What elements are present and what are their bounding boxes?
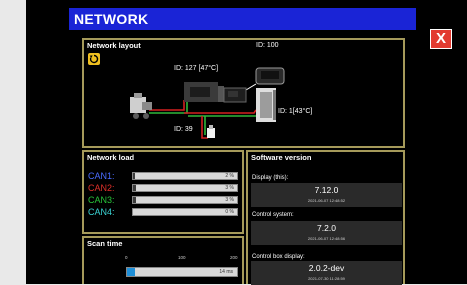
sv-date: 2021-06-07 12:48:56 xyxy=(307,236,346,241)
can-row: CAN3: 3 % xyxy=(88,195,240,205)
can-load-value: 3 % xyxy=(225,197,234,203)
node-label: ID: 1[43°C] xyxy=(278,108,313,115)
sv-block-box: 2.0.2-dev 2021-07-30 11:28:59 xyxy=(251,261,402,285)
can-row: CAN4: 0 % xyxy=(88,207,240,217)
device-box-icon xyxy=(223,87,247,103)
can-load-bar: 3 % xyxy=(132,196,238,204)
device-machine-icon xyxy=(130,93,152,119)
sv-label-control: Control system: xyxy=(252,212,294,218)
scan-tick: 100 xyxy=(178,255,186,260)
can-load-value: 3 % xyxy=(225,185,234,191)
sv-date: 2021-06-07 12:48:52 xyxy=(307,198,346,203)
device-display-icon xyxy=(255,67,285,85)
can-load-value: 0 % xyxy=(225,209,234,215)
can-row: CAN1: 2 % xyxy=(88,171,240,181)
scan-tick: 200 xyxy=(230,255,238,260)
node-label: ID: 39 xyxy=(174,126,193,133)
network-diagram xyxy=(130,67,285,139)
window-title: NETWORK xyxy=(69,8,416,30)
scan-time-bar: 14 ms xyxy=(126,267,238,277)
can-name: CAN3: xyxy=(88,195,115,205)
scan-time-fill xyxy=(127,268,135,276)
can-name: CAN2: xyxy=(88,183,115,193)
sv-label-box: Control box display: xyxy=(252,254,305,260)
can-load-value: 2 % xyxy=(225,173,234,179)
can-load-fill xyxy=(133,173,136,179)
can-row: CAN2: 3 % xyxy=(88,183,240,193)
sv-block-display: 7.12.0 2021-06-07 12:48:52 xyxy=(251,183,402,207)
device-cabinet-icon xyxy=(256,88,276,122)
scan-time-title: Scan time xyxy=(87,239,123,248)
node-label: ID: 100 xyxy=(256,42,279,49)
can-load-bar: 3 % xyxy=(132,184,238,192)
sv-date: 2021-07-30 11:28:59 xyxy=(308,276,345,281)
network-layout-panel: Network layout ID: 100 ID: 127 [47°C] ID… xyxy=(82,38,405,148)
sv-block-control: 7.2.0 2021-06-07 12:48:56 xyxy=(251,221,402,245)
network-load-panel: Network load CAN1: 2 % CAN2: 3 % CAN3: 3 % CAN… xyxy=(82,150,244,234)
device-sensor-icon xyxy=(207,125,215,138)
scan-tick: 0 xyxy=(125,255,128,260)
scan-time-panel: Scan time 0 100 200 14 ms xyxy=(82,236,244,284)
can-load-bar: 0 % xyxy=(132,208,238,216)
can-load-fill xyxy=(133,185,137,191)
software-version-title: Software version xyxy=(251,153,312,162)
scan-time-value: 14 ms xyxy=(219,269,233,275)
device-controller-icon xyxy=(184,82,224,102)
close-button[interactable]: X xyxy=(430,29,452,49)
sv-version: 7.2.0 xyxy=(317,223,336,233)
can-name: CAN4: xyxy=(88,207,115,217)
can-load-fill xyxy=(133,197,137,203)
sv-version: 2.0.2-dev xyxy=(308,263,345,273)
sv-label-display: Display (this): xyxy=(252,175,289,181)
software-version-panel: Software version Display (this): 7.12.0 … xyxy=(246,150,405,285)
can-name: CAN1: xyxy=(88,171,115,181)
network-load-title: Network load xyxy=(87,153,135,162)
sv-version: 7.12.0 xyxy=(314,185,339,195)
can-load-bar: 2 % xyxy=(132,172,238,180)
node-label: ID: 127 [47°C] xyxy=(174,65,219,72)
